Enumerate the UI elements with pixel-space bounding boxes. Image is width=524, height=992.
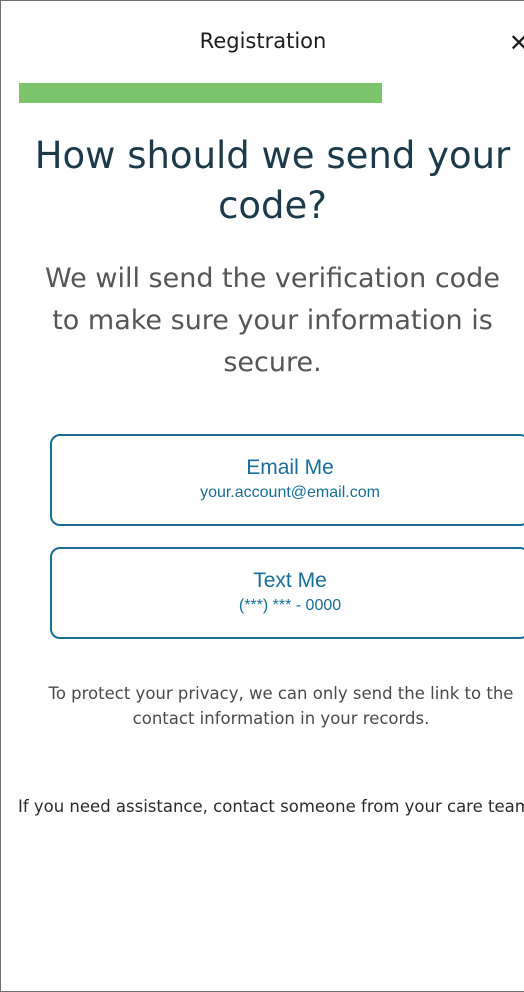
header: Registration ✕: [1, 1, 524, 83]
subtitle: We will send the verification code to ma…: [45, 263, 500, 378]
email-me-label: Email Me: [246, 456, 334, 479]
assistance-note: If you need assistance, contact someone …: [17, 797, 524, 816]
close-icon[interactable]: ✕: [509, 29, 524, 57]
privacy-note: To protect your privacy, we can only sen…: [48, 684, 514, 728]
page-title: Registration: [199, 29, 327, 53]
progress-bar: [19, 83, 451, 103]
progress-fill: [19, 83, 382, 103]
headline: How should we send your code?: [34, 134, 511, 227]
text-me-button[interactable]: Text Me (***) *** - 0000: [50, 547, 524, 639]
text-me-label: Text Me: [253, 569, 327, 592]
email-address: your.account@email.com: [200, 484, 380, 501]
phone-number: (***) *** - 0000: [238, 597, 342, 614]
email-me-button[interactable]: Email Me your.account@email.com: [50, 434, 524, 526]
screen: Registration ✕ How should we send your c…: [0, 0, 524, 992]
